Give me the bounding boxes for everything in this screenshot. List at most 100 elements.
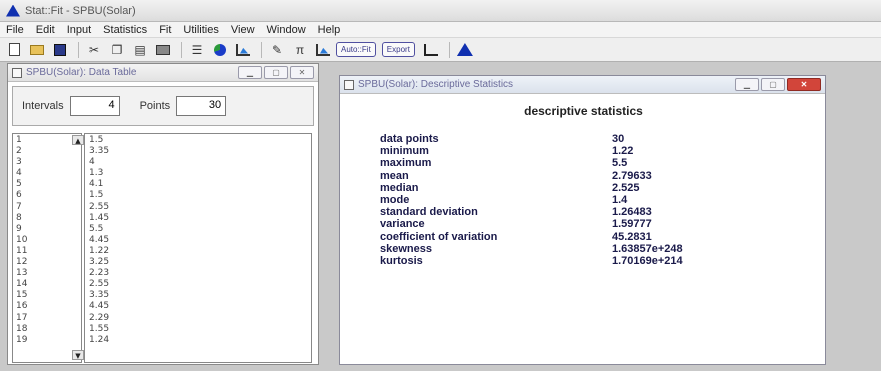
data-values-column[interactable]: 1.5 3.35 4 1.3 4.1 1.5 2.55 1.45 5.5 4.4… xyxy=(84,133,312,363)
copy-button[interactable]: ❐ xyxy=(107,41,127,59)
stat-value: 5.5 xyxy=(612,157,628,170)
close-button[interactable]: ✕ xyxy=(290,66,314,79)
stat-label: skewness xyxy=(380,242,432,255)
row-number: 3 xyxy=(16,157,22,168)
printer-icon xyxy=(156,44,170,55)
data-cell[interactable]: 2.23 xyxy=(89,268,311,279)
stat-label: standard deviation xyxy=(380,206,478,219)
data-cell[interactable]: 4 xyxy=(89,157,311,168)
menu-fit[interactable]: Fit xyxy=(159,24,171,36)
window-icon xyxy=(12,67,22,78)
stats-window-title: SPBU(Solar): Descriptive Statistics xyxy=(358,79,514,90)
folder-open-icon xyxy=(30,44,44,55)
data-table-title: SPBU(Solar): Data Table xyxy=(26,67,137,78)
stat-labels-column: data points minimum maximum mean median … xyxy=(380,133,497,267)
fit-setup-button[interactable]: ✎ xyxy=(267,41,287,59)
stats-heading: descriptive statistics xyxy=(524,104,643,118)
cut-button[interactable]: ✂ xyxy=(84,41,104,59)
row-number: 9 xyxy=(16,223,22,234)
stat-value: 2.525 xyxy=(612,181,640,194)
save-button[interactable] xyxy=(50,41,70,59)
data-cell[interactable]: 1.3 xyxy=(89,168,311,179)
maximize-button[interactable]: ▢ xyxy=(264,66,288,79)
minimize-button[interactable]: ▁ xyxy=(735,78,759,91)
fit-plot-button[interactable] xyxy=(313,41,333,59)
menu-statistics[interactable]: Statistics xyxy=(103,24,147,36)
data-cell[interactable]: 4.45 xyxy=(89,235,311,246)
data-cell[interactable]: 1.45 xyxy=(89,213,311,224)
copy-icon: ❐ xyxy=(111,42,123,57)
data-cell[interactable]: 1.5 xyxy=(89,190,311,201)
stat-label: median xyxy=(380,181,419,194)
menu-input[interactable]: Input xyxy=(67,24,91,36)
export-button[interactable]: Export xyxy=(381,42,415,57)
data-cell[interactable]: 4.45 xyxy=(89,301,311,312)
row-number: 6 xyxy=(16,190,22,201)
pie-button[interactable] xyxy=(210,41,230,59)
new-file-button[interactable] xyxy=(4,41,24,59)
row-number: 2 xyxy=(16,146,22,157)
menu-file[interactable]: File xyxy=(6,24,24,36)
data-table-window: SPBU(Solar): Data Table ▁ ▢ ✕ Intervals … xyxy=(7,63,319,365)
stat-value: 1.59777 xyxy=(612,218,652,231)
intervals-label: Intervals xyxy=(22,100,64,112)
data-cell[interactable]: 3.25 xyxy=(89,257,311,268)
menu-utilities[interactable]: Utilities xyxy=(183,24,218,36)
stat-value: 1.63857e+248 xyxy=(612,242,683,255)
toolbar-separator xyxy=(78,41,79,58)
data-table-titlebar[interactable]: SPBU(Solar): Data Table ▁ ▢ ✕ xyxy=(8,64,318,82)
scroll-up-arrow-icon[interactable]: ▲ xyxy=(72,135,84,145)
paste-button[interactable]: ▤ xyxy=(130,41,150,59)
row-number: 8 xyxy=(16,212,22,223)
descriptive-stats-button[interactable]: ☰ xyxy=(187,41,207,59)
about-button[interactable] xyxy=(455,41,475,59)
data-cell[interactable]: 3.35 xyxy=(89,146,311,157)
maximize-button[interactable]: ▢ xyxy=(761,78,785,91)
row-number: 15 xyxy=(16,290,28,301)
menu-bar: File Edit Input Statistics Fit Utilities… xyxy=(0,22,881,38)
data-cell[interactable]: 2.29 xyxy=(89,313,311,324)
row-number: 17 xyxy=(16,312,28,323)
toolbar-separator xyxy=(261,41,262,58)
scroll-down-arrow-icon[interactable]: ▼ xyxy=(72,350,84,360)
histogram-icon xyxy=(236,43,250,56)
line-chart-icon xyxy=(423,43,438,56)
menu-window[interactable]: Window xyxy=(267,24,306,36)
open-file-button[interactable] xyxy=(27,41,47,59)
toolbar-separator xyxy=(181,41,182,58)
goodness-of-fit-button[interactable]: π xyxy=(290,41,310,59)
stats-titlebar[interactable]: SPBU(Solar): Descriptive Statistics ▁ ▢ … xyxy=(340,76,825,94)
print-button[interactable] xyxy=(153,41,173,59)
stats-table-icon: ☰ xyxy=(191,42,203,57)
menu-help[interactable]: Help xyxy=(318,24,341,36)
intervals-input[interactable]: 4 xyxy=(69,96,120,116)
menu-view[interactable]: View xyxy=(231,24,255,36)
data-cell[interactable]: 1.5 xyxy=(89,135,311,146)
interval-bar: Intervals 4 Points 30 xyxy=(12,86,314,126)
close-button[interactable]: ✕ xyxy=(787,78,821,91)
row-number-column: 1 2 3 4 5 6 7 8 9 10 11 12 13 14 15 16 1… xyxy=(12,133,84,363)
data-cell[interactable]: 2.55 xyxy=(89,279,311,290)
data-cell[interactable]: 1.24 xyxy=(89,335,311,346)
menu-edit[interactable]: Edit xyxy=(36,24,55,36)
data-cell[interactable]: 5.5 xyxy=(89,224,311,235)
minimize-button[interactable]: ▁ xyxy=(238,66,262,79)
data-cell[interactable]: 3.35 xyxy=(89,290,311,301)
points-label: Points xyxy=(139,100,171,112)
data-cell[interactable]: 1.55 xyxy=(89,324,311,335)
fit-plot-icon xyxy=(316,43,330,56)
fit-setup-icon: ✎ xyxy=(271,42,283,57)
data-cell[interactable]: 1.22 xyxy=(89,246,311,257)
points-input[interactable]: 30 xyxy=(176,96,227,116)
stat-label: mode xyxy=(380,194,410,207)
auto-fit-button[interactable]: Auto::Fit xyxy=(336,42,376,57)
histogram-button[interactable] xyxy=(233,41,253,59)
stat-value: 1.4 xyxy=(612,194,628,207)
line-chart-button[interactable] xyxy=(421,41,441,59)
save-disk-icon xyxy=(54,43,66,56)
row-number: 5 xyxy=(16,179,22,190)
data-cell[interactable]: 2.55 xyxy=(89,202,311,213)
row-number: 10 xyxy=(16,234,28,245)
toolbar: ✂ ❐ ▤ ☰ ✎ π Auto::Fit Export xyxy=(0,38,881,62)
data-cell[interactable]: 4.1 xyxy=(89,179,311,190)
